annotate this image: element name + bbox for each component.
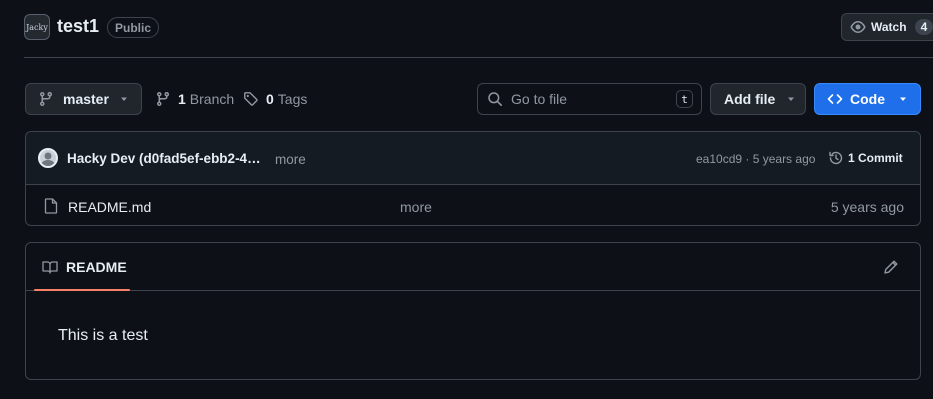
commits-link[interactable]: 1 Commit xyxy=(828,150,903,166)
latest-commit-row: Hacky Dev (d0fad5ef-ebb2-4… more ea10cd9… xyxy=(26,132,920,185)
git-branch-icon xyxy=(155,91,171,107)
commit-author-avatar[interactable] xyxy=(38,148,58,168)
branch-name: master xyxy=(63,91,109,107)
tag-icon xyxy=(243,91,259,107)
code-label: Code xyxy=(850,91,885,107)
commit-author[interactable]: Hacky Dev (d0fad5ef-ebb2-4… xyxy=(67,151,261,166)
caret-down-icon xyxy=(119,94,129,104)
shortcut-key: t xyxy=(676,90,693,108)
caret-down-icon xyxy=(898,94,908,104)
readme-tab-label: README xyxy=(66,259,127,275)
branch-select-button[interactable]: master xyxy=(25,83,142,115)
branches-count: 1 xyxy=(178,91,186,107)
readme-tab-underline xyxy=(34,289,130,291)
branches-label: Branch xyxy=(189,91,235,107)
readme-divider xyxy=(26,290,920,291)
visibility-badge: Public xyxy=(107,17,160,38)
branches-link[interactable]: 1 Branch xyxy=(155,91,234,107)
code-icon xyxy=(827,91,843,107)
file-row: README.md more 5 years ago xyxy=(26,186,920,225)
code-button[interactable]: Code xyxy=(814,83,921,115)
pencil-icon[interactable] xyxy=(883,259,899,275)
watch-label: Watch xyxy=(871,20,907,34)
eye-icon xyxy=(850,19,866,35)
repo-name[interactable]: test1 xyxy=(57,16,99,37)
add-file-button[interactable]: Add file xyxy=(710,83,806,115)
book-icon xyxy=(42,259,58,275)
commit-more-link[interactable]: more xyxy=(275,152,306,167)
watch-button[interactable]: Watch 4 xyxy=(841,13,933,41)
repo-owner-avatar-text: Jacky xyxy=(26,22,48,32)
git-branch-icon xyxy=(38,91,54,107)
file-icon xyxy=(44,198,58,214)
tags-count: 0 xyxy=(266,91,274,107)
tags-link[interactable]: 0 Tags xyxy=(243,91,307,107)
commits-label: 1 Commit xyxy=(848,151,903,165)
add-file-label: Add file xyxy=(724,91,776,107)
tags-label: Tags xyxy=(277,91,308,107)
go-to-file-input[interactable]: Go to file t xyxy=(477,83,702,115)
readme-content: This is a test xyxy=(58,327,148,344)
history-icon xyxy=(828,150,844,166)
caret-down-icon xyxy=(786,94,796,104)
file-name[interactable]: README.md xyxy=(68,199,151,215)
file-commit-message[interactable]: more xyxy=(400,199,432,215)
watch-count: 4 xyxy=(914,19,933,35)
header-divider xyxy=(24,57,933,58)
file-time: 5 years ago xyxy=(830,199,904,215)
repo-owner-avatar[interactable]: Jacky xyxy=(24,14,50,40)
readme-tab[interactable]: README xyxy=(42,259,127,275)
readme-panel: README This is a test xyxy=(25,242,921,380)
file-browser: Hacky Dev (d0fad5ef-ebb2-4… more ea10cd9… xyxy=(25,131,921,226)
go-to-file-placeholder: Go to file xyxy=(511,91,568,107)
search-icon xyxy=(487,91,503,107)
commit-hash-time[interactable]: ea10cd9 · 5 years ago xyxy=(696,152,815,166)
